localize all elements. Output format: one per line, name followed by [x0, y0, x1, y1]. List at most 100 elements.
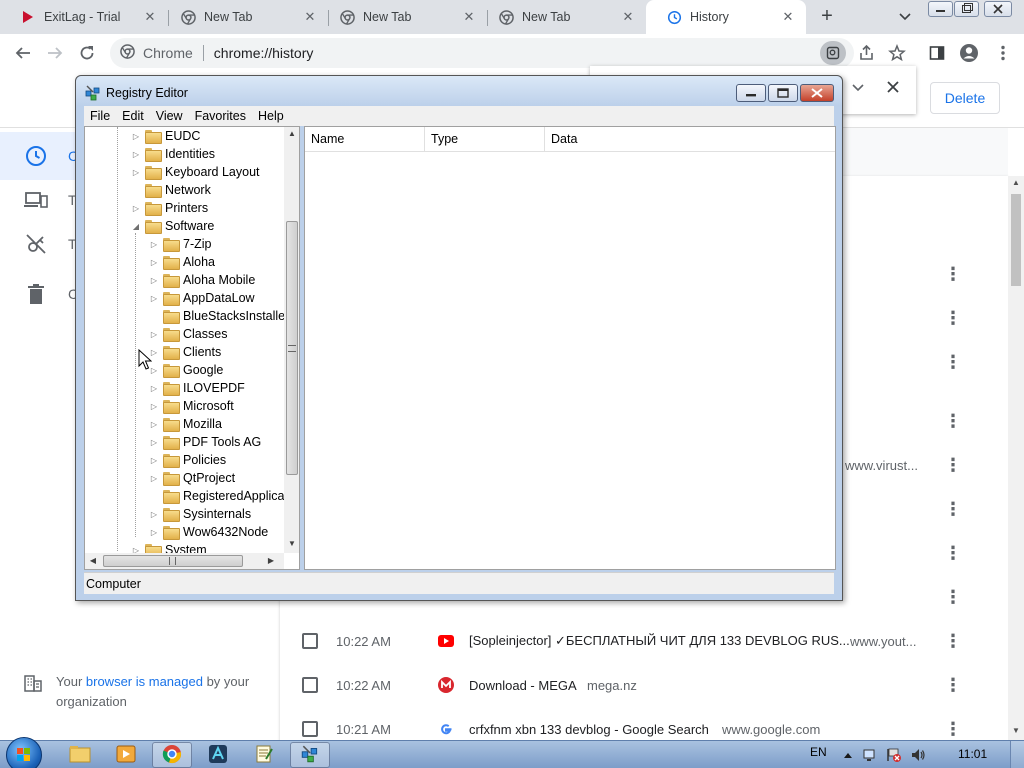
tab-close-icon[interactable]: ✕: [142, 9, 158, 25]
registry-editor-window[interactable]: Registry Editor File Edit View Favorites…: [75, 75, 843, 601]
tab-close-icon[interactable]: ✕: [620, 9, 636, 25]
menu-favorites[interactable]: Favorites: [189, 109, 252, 123]
tree-key-ilovepdf[interactable]: ▷ ILOVEPDF: [149, 379, 245, 397]
tree-key-aloha[interactable]: ▷ Aloha: [149, 253, 215, 271]
taskbar-regedit[interactable]: [290, 742, 330, 768]
regedit-maximize-icon[interactable]: [768, 84, 798, 102]
more-actions-icon[interactable]: ⋮: [944, 308, 962, 329]
start-button[interactable]: [6, 737, 42, 768]
tree-key-software[interactable]: ◢ Software: [131, 217, 214, 235]
registry-tree[interactable]: ▷ EUDC ▷ Identities ▷ Keyboard Layout Netwo…: [84, 126, 300, 570]
network-icon[interactable]: [862, 747, 878, 763]
forward-icon[interactable]: [44, 42, 66, 64]
tree-key-policies[interactable]: ▷ Policies: [149, 451, 226, 469]
expand-icon[interactable]: ▷: [149, 384, 159, 393]
tab-history[interactable]: History ✕: [646, 0, 806, 34]
bookmark-star-icon[interactable]: [886, 42, 908, 64]
tab-exitlag[interactable]: ExitLag - Trial ✕: [0, 0, 168, 34]
tree-key-bluestacksinstaller[interactable]: BlueStacksInstaller: [149, 307, 289, 325]
action-center-icon[interactable]: [886, 747, 902, 763]
tree-vertical-scrollbar[interactable]: ▲ ▼: [284, 127, 299, 553]
chevron-down-icon[interactable]: [852, 80, 864, 96]
tree-key-clients[interactable]: ▷ Clients: [149, 343, 221, 361]
regedit-close-icon[interactable]: [800, 84, 834, 102]
more-actions-icon[interactable]: ⋮: [944, 499, 962, 520]
expand-icon[interactable]: ▷: [149, 258, 159, 267]
expand-icon[interactable]: ▷: [131, 150, 141, 159]
tree-key-identities[interactable]: ▷ Identities: [131, 145, 215, 163]
scroll-up-icon[interactable]: ▲: [285, 127, 299, 141]
tree-key-mozilla[interactable]: ▷ Mozilla: [149, 415, 222, 433]
taskbar-clock[interactable]: 11:01: [958, 747, 987, 761]
regedit-titlebar[interactable]: Registry Editor: [76, 76, 842, 106]
scroll-down-icon[interactable]: ▼: [285, 537, 299, 551]
tab-new-tab-1[interactable]: New Tab ✕: [160, 0, 328, 34]
taskbar-chrome[interactable]: [152, 742, 192, 768]
scroll-down-icon[interactable]: ▼: [1008, 724, 1024, 738]
menu-edit[interactable]: Edit: [116, 109, 150, 123]
tree-key-classes[interactable]: ▷ Classes: [149, 325, 227, 343]
tree-key-registeredapplications[interactable]: RegisteredApplica: [149, 487, 284, 505]
tree-key-microsoft[interactable]: ▷ Microsoft: [149, 397, 234, 415]
tab-close-icon[interactable]: ✕: [780, 9, 796, 25]
new-tab-button[interactable]: +: [816, 5, 838, 27]
tab-close-icon[interactable]: ✕: [302, 9, 318, 25]
tree-key-printers[interactable]: ▷ Printers: [131, 199, 208, 217]
omnibox[interactable]: Chrome chrome://history: [110, 38, 854, 68]
more-actions-icon[interactable]: ⋮: [944, 631, 962, 652]
regedit-minimize-icon[interactable]: [736, 84, 766, 102]
tab-close-icon[interactable]: ✕: [461, 9, 477, 25]
close-window-icon[interactable]: [984, 1, 1012, 17]
volume-icon[interactable]: [910, 747, 926, 763]
scrollbar-thumb[interactable]: [1011, 194, 1021, 286]
collapse-icon[interactable]: ◢: [131, 222, 141, 231]
restore-icon[interactable]: [954, 1, 979, 17]
tree-key-google[interactable]: ▷ Google: [149, 361, 223, 379]
taskbar-explorer[interactable]: [60, 742, 100, 768]
expand-icon[interactable]: ▷: [131, 204, 141, 213]
minimize-icon[interactable]: [928, 1, 953, 17]
expand-icon[interactable]: ▷: [149, 510, 159, 519]
expand-icon[interactable]: ▷: [149, 474, 159, 483]
tree-key-network[interactable]: Network: [131, 181, 211, 199]
more-actions-icon[interactable]: ⋮: [944, 352, 962, 373]
more-actions-icon[interactable]: ⋮: [944, 455, 962, 476]
expand-icon[interactable]: ▷: [149, 294, 159, 303]
menu-view[interactable]: View: [150, 109, 189, 123]
tree-key-keyboard-layout[interactable]: ▷ Keyboard Layout: [131, 163, 260, 181]
expand-icon[interactable]: ▷: [149, 456, 159, 465]
tab-search-icon[interactable]: [896, 7, 914, 25]
more-actions-icon[interactable]: ⋮: [944, 543, 962, 564]
chrome-menu-icon[interactable]: [992, 42, 1014, 64]
zoom-lens-icon[interactable]: [820, 41, 846, 65]
menu-help[interactable]: Help: [252, 109, 290, 123]
expand-icon[interactable]: ▷: [149, 240, 159, 249]
close-icon[interactable]: [886, 78, 900, 99]
tree-key-pdf-tools-ag[interactable]: ▷ PDF Tools AG: [149, 433, 261, 451]
reload-icon[interactable]: [76, 42, 98, 64]
column-type[interactable]: Type: [425, 127, 545, 151]
more-actions-icon[interactable]: ⋮: [944, 587, 962, 608]
side-panel-icon[interactable]: [926, 42, 948, 64]
more-actions-icon[interactable]: ⋮: [944, 264, 962, 285]
managed-link[interactable]: browser is managed: [86, 674, 203, 689]
expand-icon[interactable]: ▷: [149, 528, 159, 537]
history-scrollbar[interactable]: ▲ ▼: [1008, 176, 1024, 740]
column-data[interactable]: Data: [545, 127, 835, 151]
history-row[interactable]: 10:22 AM Download - MEGA mega.nz ⋮: [280, 663, 1008, 707]
show-desktop-button[interactable]: [1010, 741, 1024, 768]
expand-icon[interactable]: ▷: [149, 276, 159, 285]
tree-horizontal-scrollbar[interactable]: ◀ ▶: [85, 553, 284, 569]
row-checkbox[interactable]: [302, 633, 318, 649]
expand-icon[interactable]: ▷: [131, 132, 141, 141]
row-title[interactable]: Download - MEGA: [469, 678, 577, 693]
tray-language[interactable]: EN: [810, 745, 827, 759]
registry-values-pane[interactable]: Name Type Data: [304, 126, 836, 570]
row-title[interactable]: crfxfnm xbn 133 devblog - Google Search: [469, 722, 709, 737]
back-icon[interactable]: [12, 42, 34, 64]
more-actions-icon[interactable]: ⋮: [944, 719, 962, 740]
expand-icon[interactable]: ▷: [149, 438, 159, 447]
menu-file[interactable]: File: [84, 109, 116, 123]
row-checkbox[interactable]: [302, 677, 318, 693]
tree-key-qtproject[interactable]: ▷ QtProject: [149, 469, 235, 487]
